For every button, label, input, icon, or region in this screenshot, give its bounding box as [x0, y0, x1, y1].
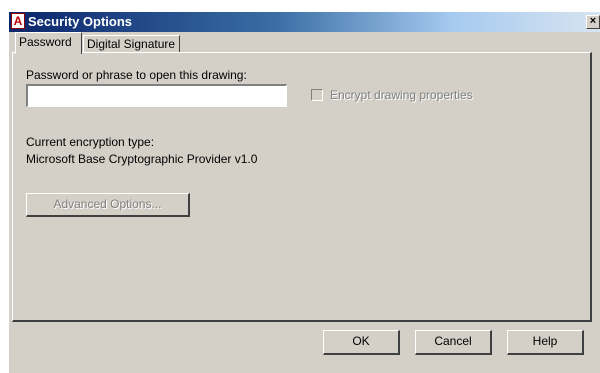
encrypt-properties-checkbox[interactable] — [311, 89, 323, 101]
encryption-type-label: Current encryption type: — [26, 135, 155, 149]
advanced-options-button[interactable]: Advanced Options... — [26, 193, 190, 217]
tab-password[interactable]: Password — [15, 32, 82, 54]
ok-button[interactable]: OK — [323, 330, 400, 355]
dialog-title: Security Options — [28, 14, 133, 29]
help-button[interactable]: Help — [507, 330, 584, 355]
password-label: Password or phrase to open this drawing: — [26, 68, 247, 82]
close-icon[interactable]: × — [586, 15, 600, 29]
password-input[interactable] — [26, 84, 287, 107]
title-bar[interactable]: A Security Options × — [9, 12, 600, 32]
tab-digital-signature[interactable]: Digital Signature — [83, 35, 180, 53]
encryption-type-value: Microsoft Base Cryptographic Provider v1… — [26, 152, 258, 166]
cancel-button[interactable]: Cancel — [415, 330, 492, 355]
autocad-icon: A — [11, 13, 25, 29]
encrypt-properties-label[interactable]: Encrypt drawing properties — [330, 88, 473, 102]
